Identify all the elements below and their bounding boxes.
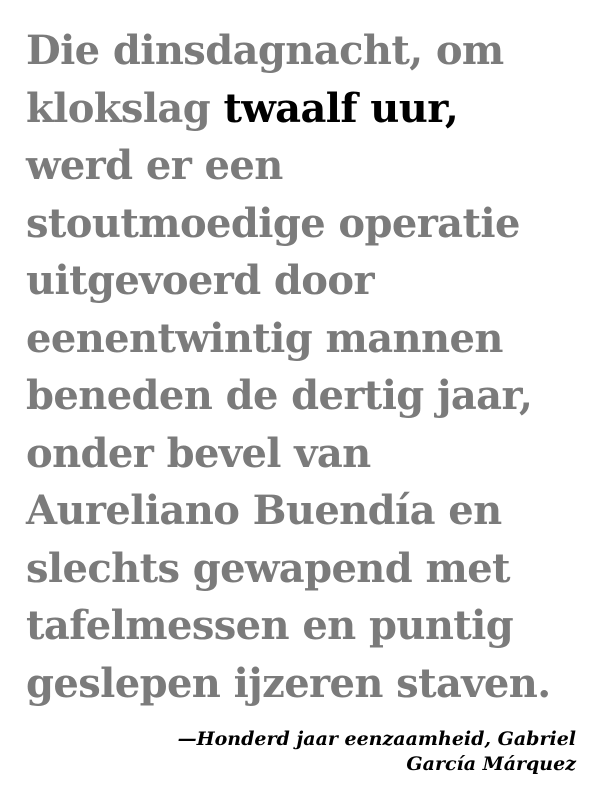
quote-text: Die dinsdagnacht, om klokslag twaalf uur… [26,22,586,712]
quote-line: geslepen ijzeren staven. [26,659,551,707]
attribution: —Honderd jaar eenzaamheid, Gabriel Garcí… [156,727,576,777]
quote-line: Aureliano Buendía en [26,487,502,534]
attribution-line: García Márquez [406,753,576,775]
emphasized-phrase: twaalf uur, [223,84,459,132]
quote-line: stoutmoedige operatie [26,199,520,247]
quote-line: onder bevel van [26,429,371,477]
quote-line-text: klokslag [26,84,224,132]
attribution-line: —Honderd jaar eenzaamheid, Gabriel [177,728,576,750]
quote-line: beneden de dertig jaar, [26,372,533,419]
quote-line: klokslag twaalf uur, [26,80,586,138]
quote-line: slechts gewapend met [26,544,511,592]
quote-line: eenentwintig mannen [26,314,503,362]
quote-line: werd er een [26,142,283,189]
quote-line: uitgevoerd door [26,257,375,304]
quote-line: tafelmessen en puntig [26,602,514,649]
quote-line: Die dinsdagnacht, om [26,27,504,74]
